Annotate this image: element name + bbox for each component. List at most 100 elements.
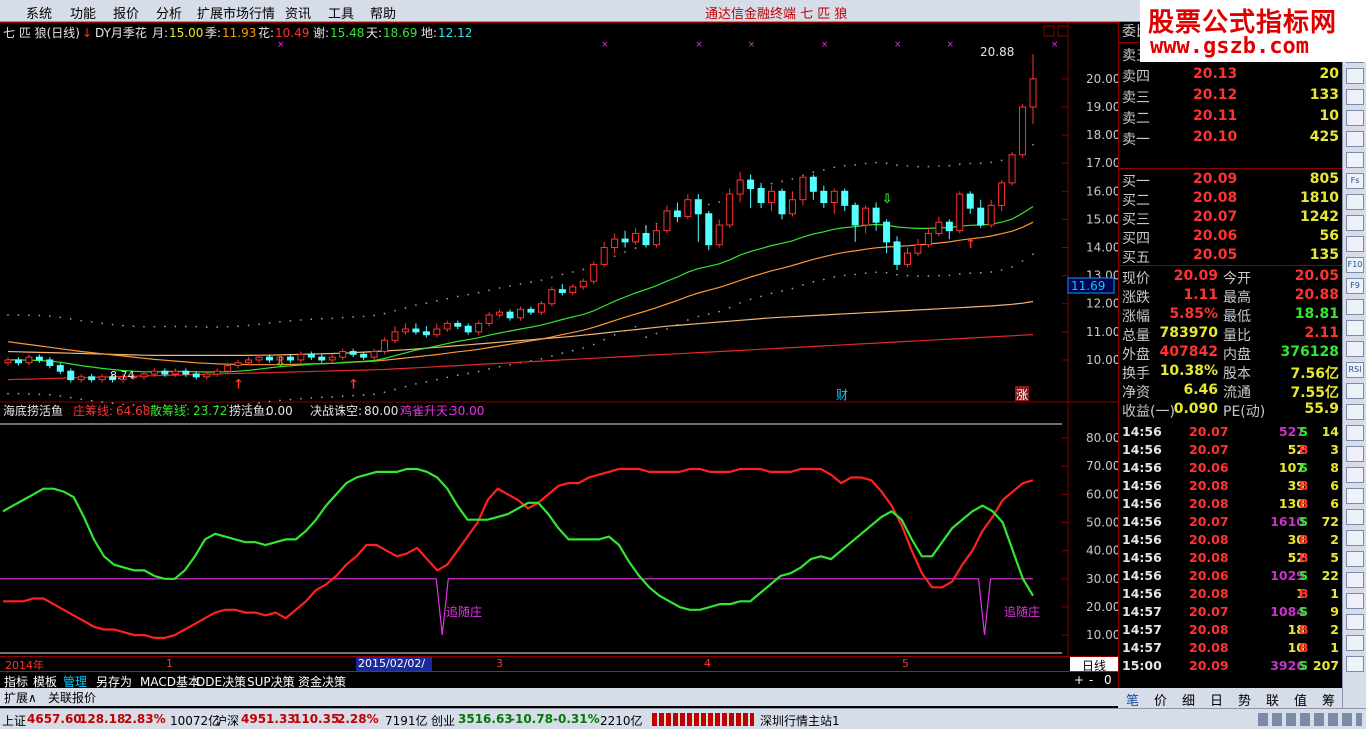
upper-band-dot	[519, 283, 522, 285]
upper-band-dot	[310, 318, 313, 321]
tool-button[interactable]	[1346, 593, 1364, 609]
related-quote-button[interactable]: 关联报价	[48, 689, 96, 706]
tick-count: 9	[1330, 604, 1339, 619]
candle-body	[140, 373, 148, 378]
top-signal-mark: ×	[946, 40, 954, 50]
quote-tab[interactable]: 价	[1154, 690, 1167, 709]
menu-tools[interactable]: 工具	[328, 3, 354, 22]
stat-value-2: 18.81	[1294, 306, 1339, 322]
candle-body	[25, 356, 33, 364]
tool-button[interactable]	[1346, 614, 1364, 630]
tool-button[interactable]	[1346, 131, 1364, 147]
tool-button[interactable]	[1346, 341, 1364, 357]
tick-row: 14:56 20.08 1 B 1	[1119, 585, 1343, 603]
tool-button[interactable]	[1346, 110, 1364, 126]
flower-value: 10.49	[275, 26, 309, 40]
ji-value: 30.00	[450, 404, 484, 418]
candle-body	[715, 224, 723, 246]
candle-body	[841, 190, 849, 206]
candle-body	[370, 351, 378, 358]
tab-zero-icon[interactable]: 0	[1102, 673, 1114, 687]
tool-button[interactable]	[1346, 152, 1364, 168]
tab-add-icon[interactable]: +	[1072, 673, 1086, 687]
tool-button[interactable]: F9	[1346, 278, 1364, 294]
lower-band-dot	[341, 395, 344, 398]
tool-button[interactable]	[1346, 446, 1364, 462]
upper-band-dot	[184, 325, 187, 328]
tool-button[interactable]	[1346, 68, 1364, 84]
lao-value: 0.00	[266, 404, 293, 418]
lower-band-dot	[854, 273, 857, 276]
expand-button[interactable]: 扩展∧	[4, 689, 37, 706]
menu-news[interactable]: 资讯	[285, 3, 311, 22]
upper-band-dot	[216, 326, 219, 328]
kline-chart[interactable]: 20.0019.0018.0017.0016.0015.0014.0013.00…	[0, 22, 1118, 660]
menu-function[interactable]: 功能	[70, 3, 96, 22]
hs-label: 沪深	[215, 714, 240, 728]
tool-button[interactable]	[1346, 215, 1364, 231]
tick-row: 14:57 20.07 1084 S 9	[1119, 603, 1343, 621]
axis-date-box[interactable]: 2015/02/02/—	[356, 657, 432, 683]
stat-row: 涨幅 5.85% 最低 18.81	[1119, 305, 1343, 325]
candle-body	[768, 190, 776, 204]
tool-button[interactable]	[1346, 425, 1364, 441]
tool-button[interactable]	[1346, 530, 1364, 546]
lower-band-dot	[38, 393, 41, 396]
quote-tab[interactable]: 联	[1266, 690, 1279, 709]
tool-button[interactable]	[1346, 236, 1364, 252]
signal-arrow-icon: ⇩	[882, 192, 893, 207]
tool-button[interactable]	[1346, 320, 1364, 336]
tick-count: 6	[1330, 478, 1339, 493]
tool-button[interactable]	[1346, 89, 1364, 105]
tool-button[interactable]	[1346, 488, 1364, 504]
tool-button[interactable]	[1346, 656, 1364, 672]
quote-tab[interactable]: 势	[1238, 690, 1251, 709]
tick-price: 20.09	[1189, 658, 1229, 673]
stat-label: 换手	[1122, 366, 1150, 382]
tab-remove-icon[interactable]: -	[1087, 673, 1095, 687]
tool-button[interactable]: RSI	[1346, 362, 1364, 378]
menu-help[interactable]: 帮助	[370, 3, 396, 22]
quote-tab[interactable]: 值	[1294, 690, 1307, 709]
tool-button[interactable]	[1346, 467, 1364, 483]
lower-band-dot	[571, 349, 574, 352]
quote-tab[interactable]: 日	[1210, 690, 1223, 709]
upper-band-dot	[143, 325, 145, 328]
candle-body	[621, 238, 629, 243]
lower-band-dot	[1000, 269, 1003, 271]
tool-button[interactable]	[1346, 383, 1364, 399]
tool-button[interactable]	[1346, 404, 1364, 420]
tool-button[interactable]	[1346, 509, 1364, 525]
tick-price: 20.08	[1189, 478, 1229, 493]
ask-row: 卖三 20.12 133	[1119, 86, 1343, 106]
tool-button[interactable]	[1346, 635, 1364, 651]
period-selector[interactable]: 日线	[1070, 657, 1118, 673]
menu-system[interactable]: 系统	[26, 3, 52, 22]
status-tray-icons[interactable]	[1258, 713, 1362, 726]
stat-value: 0.090	[1173, 401, 1218, 417]
upper-band-dot	[561, 273, 564, 276]
menu-analysis[interactable]: 分析	[156, 3, 182, 22]
upper-band-dot	[456, 295, 459, 298]
quote-tab[interactable]: 筹	[1322, 690, 1335, 709]
tool-button[interactable]: Fs	[1346, 173, 1364, 189]
main-y-tick: 14.00	[1086, 241, 1118, 255]
tool-button[interactable]	[1346, 551, 1364, 567]
sub-y-tick: 40.00	[1086, 544, 1118, 558]
tool-button[interactable]	[1346, 299, 1364, 315]
candle-body	[433, 328, 441, 336]
menu-ext-market[interactable]: 扩展市场行情	[197, 3, 275, 22]
tool-button[interactable]	[1346, 194, 1364, 210]
tool-button[interactable]: F10	[1346, 257, 1364, 273]
tool-button[interactable]	[1346, 572, 1364, 588]
menu-quote[interactable]: 报价	[113, 3, 139, 22]
tick-price: 20.06	[1189, 460, 1229, 475]
candle-body	[527, 308, 535, 313]
candle-body	[412, 328, 420, 333]
stat-label: 现价	[1122, 271, 1150, 287]
upper-band-dot	[258, 323, 260, 326]
ask-label: 卖四	[1122, 69, 1150, 85]
quote-tab[interactable]: 笔	[1126, 690, 1139, 709]
upper-band-dot	[69, 318, 72, 320]
quote-tab[interactable]: 细	[1182, 690, 1195, 709]
